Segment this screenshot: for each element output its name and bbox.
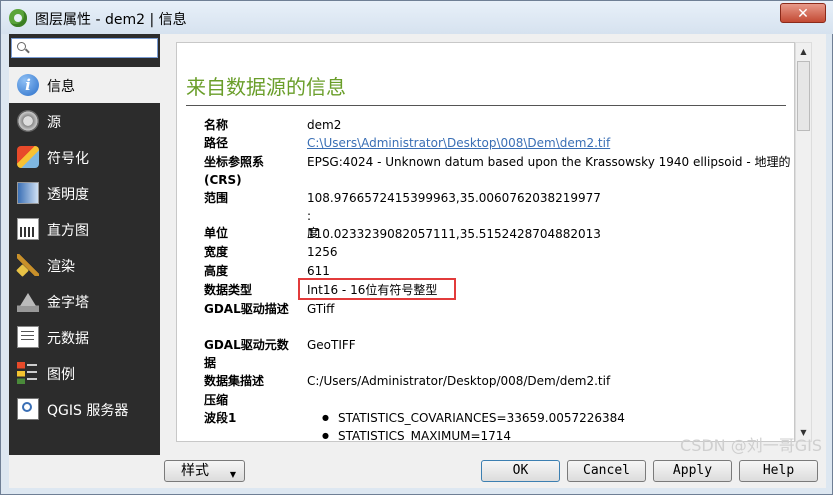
sidebar-item-label: 信息 bbox=[47, 79, 75, 95]
divider bbox=[186, 105, 786, 106]
metadata-icon bbox=[17, 326, 39, 348]
scroll-thumb[interactable] bbox=[797, 61, 810, 131]
source-icon bbox=[17, 110, 39, 132]
info-value: EPSG:4024 - Unknown datum based upon the… bbox=[307, 155, 791, 169]
info-key: 坐标参照系 (CRS) bbox=[204, 155, 265, 187]
watermark: CSDN @刘一哥GIS bbox=[680, 436, 822, 455]
info-key: 路径 bbox=[204, 136, 229, 150]
help-button[interactable]: Help bbox=[739, 460, 818, 482]
info-key: 名称 bbox=[204, 118, 229, 132]
sidebar-item-pyramids[interactable]: 金字塔 bbox=[9, 283, 160, 319]
window-title: 图层属性 - dem2 | 信息 bbox=[35, 12, 187, 28]
sidebar-item-transparency[interactable]: 透明度 bbox=[9, 175, 160, 211]
symbology-icon bbox=[17, 146, 39, 168]
sidebar-nav: i 信息 源 符号化 透明度 直方图 渲染 金字塔 元数据 图例 QGIS 服务… bbox=[9, 67, 160, 427]
qgis-logo-icon bbox=[9, 9, 27, 27]
search-input[interactable] bbox=[32, 40, 156, 58]
list-item: STATISTICS_COVARIANCES=33659.0057226384 bbox=[322, 409, 782, 427]
info-value: 1256 bbox=[307, 245, 338, 259]
info-key: 数据集描述 bbox=[204, 374, 265, 388]
sidebar-item-label: 金字塔 bbox=[47, 295, 89, 311]
close-icon: ✕ bbox=[797, 6, 809, 22]
search-icon bbox=[17, 42, 26, 51]
sidebar-item-symbology[interactable]: 符号化 bbox=[9, 139, 160, 175]
sidebar-item-label: 图例 bbox=[47, 367, 75, 383]
information-panel: 来自数据源的信息 名称 dem2 路径 C:\Users\Administrat… bbox=[176, 42, 795, 442]
info-value: C:/Users/Administrator/Desktop/008/Dem/d… bbox=[307, 374, 611, 388]
sidebar-item-label: 符号化 bbox=[47, 151, 89, 167]
sidebar-item-label: 直方图 bbox=[47, 223, 89, 239]
sidebar-item-label: 源 bbox=[47, 115, 61, 131]
sidebar-item-information[interactable]: i 信息 bbox=[9, 67, 160, 103]
sidebar-item-metadata[interactable]: 元数据 bbox=[9, 319, 160, 355]
sidebar-item-legend[interactable]: 图例 bbox=[9, 355, 160, 391]
highlight-box bbox=[298, 278, 456, 300]
dialog-body: i 信息 源 符号化 透明度 直方图 渲染 金字塔 元数据 图例 QGIS 服务… bbox=[9, 34, 826, 488]
sidebar-item-histogram[interactable]: 直方图 bbox=[9, 211, 160, 247]
info-key: GDAL驱动描述 bbox=[204, 302, 289, 316]
info-key: 范围 bbox=[204, 191, 229, 205]
legend-icon bbox=[17, 362, 37, 384]
layer-properties-window: 图层属性 - dem2 | 信息 ✕ i 信息 源 符号化 透明度 直方图 渲染… bbox=[0, 0, 833, 495]
info-value: dem2 bbox=[307, 118, 342, 132]
histogram-icon bbox=[17, 218, 39, 240]
sidebar-item-source[interactable]: 源 bbox=[9, 103, 160, 139]
title-bar[interactable]: 图层属性 - dem2 | 信息 ✕ bbox=[1, 1, 833, 34]
sidebar-item-qgis-server[interactable]: QGIS 服务器 bbox=[9, 391, 160, 427]
sidebar: i 信息 源 符号化 透明度 直方图 渲染 金字塔 元数据 图例 QGIS 服务… bbox=[9, 34, 160, 455]
info-key: 数据类型 bbox=[204, 283, 253, 297]
close-button[interactable]: ✕ bbox=[780, 3, 826, 23]
search-box[interactable] bbox=[11, 38, 158, 58]
style-dropdown-button[interactable]: 样式 ▼ bbox=[164, 460, 245, 482]
info-key: 宽度 bbox=[204, 245, 229, 259]
info-value: GTiff bbox=[307, 302, 335, 316]
rendering-icon bbox=[17, 254, 39, 276]
apply-button[interactable]: Apply bbox=[653, 460, 732, 482]
sidebar-item-label: 透明度 bbox=[47, 187, 89, 203]
info-key: 高度 bbox=[204, 264, 229, 278]
page-title: 来自数据源的信息 bbox=[186, 75, 346, 99]
info-key: 波段1 bbox=[204, 411, 237, 425]
info-icon: i bbox=[17, 74, 39, 96]
scroll-up-icon[interactable]: ▲ bbox=[796, 43, 811, 60]
cancel-button[interactable]: Cancel bbox=[567, 460, 646, 482]
sidebar-item-label: QGIS 服务器 bbox=[47, 403, 129, 419]
pyramids-icon bbox=[17, 290, 39, 312]
info-value: 度 bbox=[307, 226, 320, 240]
info-key: GDAL驱动元数据 bbox=[204, 338, 289, 370]
info-value: GeoTIFF bbox=[307, 338, 356, 352]
info-key: 压缩 bbox=[204, 393, 229, 407]
chevron-down-icon: ▼ bbox=[229, 470, 236, 479]
path-link[interactable]: C:\Users\Administrator\Desktop\008\Dem\d… bbox=[307, 136, 610, 150]
info-key: 单位 bbox=[204, 226, 229, 240]
sidebar-item-rendering[interactable]: 渲染 bbox=[9, 247, 160, 283]
transparency-icon bbox=[17, 182, 39, 204]
ok-button[interactable]: OK bbox=[481, 460, 560, 482]
qgis-server-icon bbox=[17, 398, 39, 420]
button-bar: 样式 ▼ OK Cancel Apply Help bbox=[9, 455, 826, 488]
sidebar-item-label: 元数据 bbox=[47, 331, 89, 347]
vertical-scrollbar[interactable]: ▲ ▼ bbox=[795, 42, 812, 442]
sidebar-item-label: 渲染 bbox=[47, 259, 75, 275]
style-label: 样式 bbox=[181, 463, 209, 479]
